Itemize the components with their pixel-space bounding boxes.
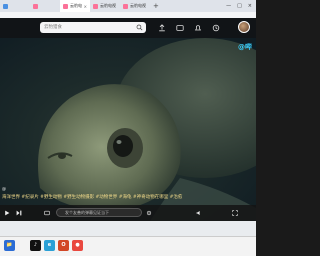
- danmaku-placeholder: 发个友善的弹幕见证当下: [65, 210, 109, 215]
- close-window-button[interactable]: ×: [248, 3, 252, 9]
- office-icon[interactable]: O: [58, 240, 69, 251]
- video-caption: 海洋世界 #纪录片 #野生动物 #野生动物摄影 #动物世界 #海龟 #神奇动物在…: [2, 195, 183, 200]
- tab-favicon-icon: [33, 3, 38, 9]
- search-input[interactable]: 云豹猎食: [44, 22, 62, 33]
- tab-label: 云豹电视 - 哔哩哔哩: [100, 3, 117, 8]
- volume-icon[interactable]: [196, 210, 202, 216]
- minimize-button[interactable]: —: [226, 3, 231, 9]
- browser-tab-bar: 云豹电视 - 哔哩哔哩 × 云豹电视 - 哔哩哔哩 云豹电视 - 哔哩哔哩 + …: [0, 0, 256, 12]
- video-player[interactable]: @哔 @ 海洋世界 #纪录片 #野生动物 #野生动物摄影 #动物世界 #海龟 #…: [0, 38, 256, 221]
- browser-tab-active[interactable]: 云豹电视 - 哔哩哔哩 ×: [60, 0, 90, 12]
- page-below-player: [0, 221, 256, 236]
- settings-icon[interactable]: [146, 210, 152, 216]
- tab-label: 云豹电视 - 哔哩哔哩: [130, 3, 147, 8]
- upload-icon[interactable]: [158, 24, 166, 32]
- close-icon[interactable]: ×: [84, 4, 87, 9]
- message-icon[interactable]: [176, 24, 184, 32]
- play-icon[interactable]: [4, 210, 10, 216]
- history-icon[interactable]: [212, 24, 220, 32]
- danmaku-toggle-icon[interactable]: [44, 210, 50, 216]
- tab-favicon-icon: [3, 3, 8, 9]
- search-box[interactable]: 云豹猎食: [40, 22, 146, 33]
- tab-label: 云豹电视 - 哔哩哔哩: [70, 3, 82, 8]
- edge-icon[interactable]: e: [44, 240, 55, 251]
- bilibili-favicon-icon: [63, 3, 68, 9]
- browser-tab[interactable]: [30, 0, 60, 12]
- browser-tab[interactable]: [0, 0, 30, 12]
- video-watermark: @哔: [238, 43, 252, 51]
- fullscreen-icon[interactable]: [232, 210, 238, 216]
- new-tab-button[interactable]: +: [150, 2, 162, 10]
- window-controls: — □ ×: [226, 3, 256, 9]
- maximize-button[interactable]: □: [237, 3, 242, 9]
- bell-icon[interactable]: [194, 24, 202, 32]
- tiktok-icon[interactable]: ♪: [30, 240, 41, 251]
- uploader-handle[interactable]: @: [2, 186, 6, 191]
- screen: 云豹电视 - 哔哩哔哩 × 云豹电视 - 哔哩哔哩 云豹电视 - 哔哩哔哩 + …: [0, 0, 256, 256]
- browser-tab[interactable]: 云豹电视 - 哔哩哔哩: [120, 0, 150, 12]
- browser-tab[interactable]: 云豹电视 - 哔哩哔哩: [90, 0, 120, 12]
- avatar[interactable]: [238, 21, 250, 33]
- danmaku-input[interactable]: 发个友善的弹幕见证当下: [56, 208, 142, 217]
- chrome-icon[interactable]: ●: [72, 240, 83, 251]
- explorer-icon[interactable]: 📁: [4, 240, 15, 251]
- search-icon[interactable]: [136, 24, 143, 31]
- bilibili-favicon-icon: [123, 3, 128, 9]
- bilibili-favicon-icon: [93, 3, 98, 9]
- next-icon[interactable]: [16, 210, 22, 216]
